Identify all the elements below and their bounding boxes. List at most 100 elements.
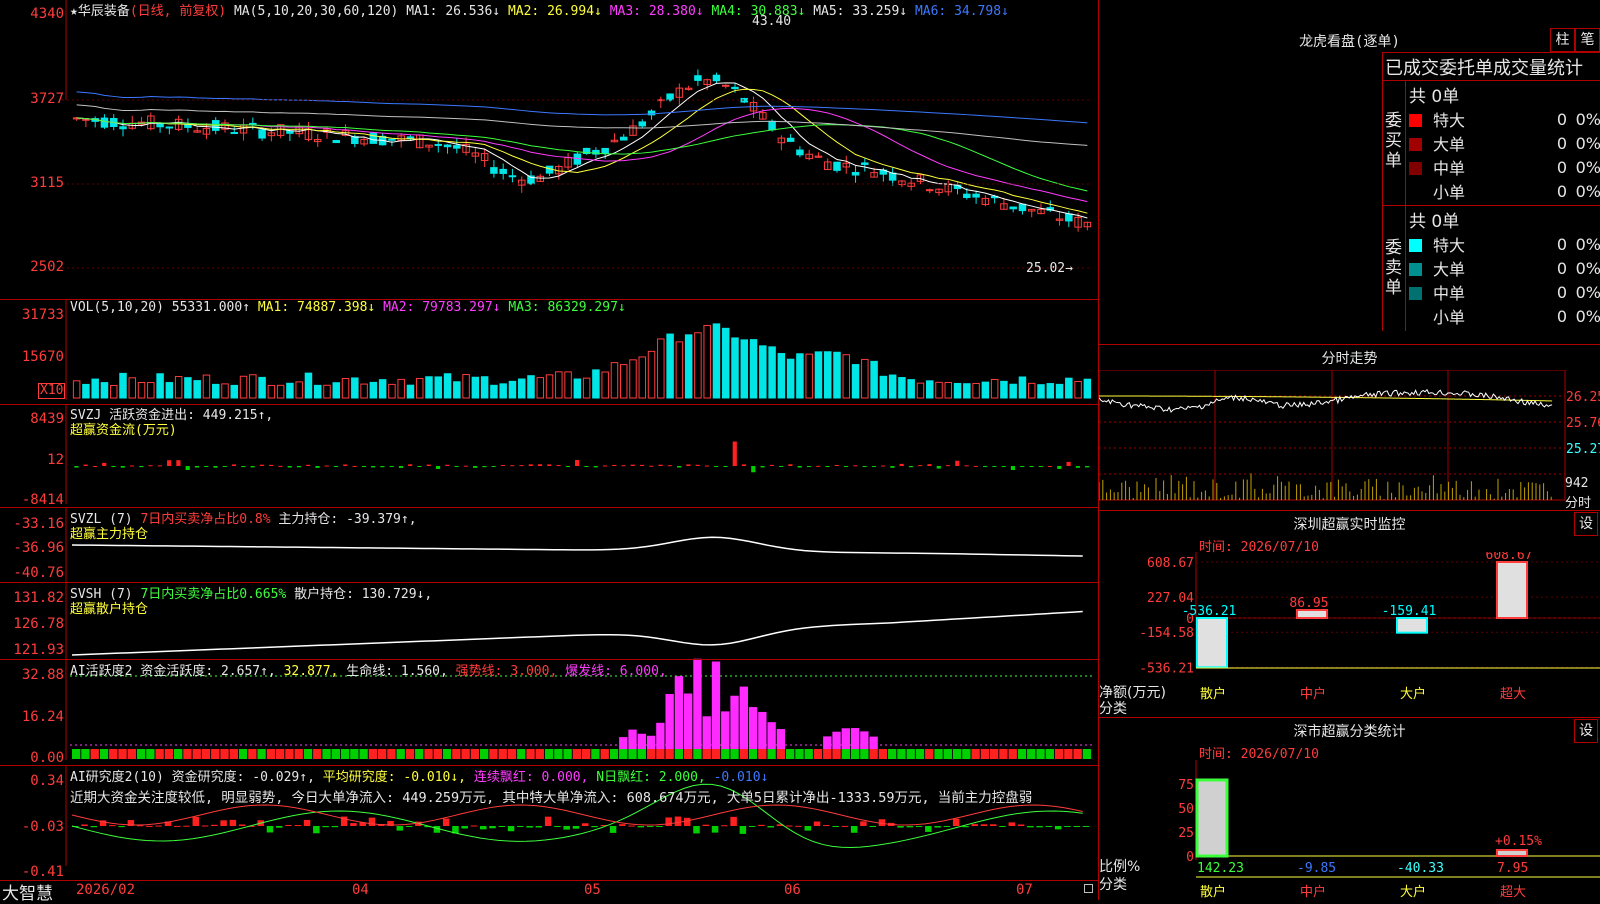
star-icon[interactable]: ★ [70, 4, 78, 19]
flow-bar [92, 465, 98, 467]
volume-bar [360, 383, 368, 399]
ai2-axis-2: -0.41 [21, 864, 64, 880]
flow-bar [760, 466, 765, 468]
research-bar [693, 826, 700, 834]
candle-body [1065, 213, 1073, 222]
activity-bar [526, 749, 535, 759]
volume-bar [731, 337, 739, 399]
volume-bar [888, 374, 897, 399]
bar-mode-button[interactable]: 柱 [1550, 28, 1575, 52]
activity-bar [656, 749, 665, 759]
flow-bar [111, 466, 116, 467]
volume-bar [109, 385, 118, 399]
volume-bar [582, 377, 591, 399]
research-bar [591, 826, 598, 828]
flow-bar [908, 466, 914, 468]
flow-bar [788, 464, 793, 466]
flow-bar [435, 466, 441, 469]
activity-bar [1045, 749, 1054, 759]
svzj-axis-2: -8414 [21, 492, 64, 508]
volume-bar [861, 358, 869, 399]
activity-bar [387, 749, 396, 759]
research-bar [1036, 826, 1043, 828]
volume-bar [814, 351, 823, 399]
research-bar [322, 826, 329, 828]
svzl-sub: 超赢主力持仓 [70, 527, 149, 542]
svzl-axis-2: -40.76 [13, 565, 64, 581]
main-holding-line [71, 536, 1083, 557]
candle-body [786, 137, 795, 142]
candle-body [100, 117, 109, 128]
candle-body [508, 175, 517, 178]
research-bar [229, 819, 237, 826]
sz-category: 散户 [1200, 686, 1226, 702]
volume-bar [249, 374, 257, 399]
research-bar [285, 824, 292, 826]
volume-bar [276, 384, 285, 399]
volume-bar [592, 369, 600, 399]
chart-area[interactable]: ★华辰装备(日线, 前复权) MA(5,10,20,30,60,120) MA1… [0, 0, 1099, 904]
buy-order-label: 委买单 [1385, 111, 1402, 171]
class-settings-button[interactable]: 设 [1574, 719, 1598, 743]
ma3-value: MA3: 28.380↓ [609, 4, 704, 19]
class-category: 超大 [1500, 885, 1526, 900]
flow-bar [686, 464, 691, 466]
activity-peak-bar [767, 722, 776, 749]
activity-peak-bar [646, 735, 656, 749]
sz-settings-button[interactable]: 设 [1574, 512, 1598, 536]
flow-bar [881, 465, 886, 467]
volume-bar [555, 371, 563, 399]
activity-bar [452, 749, 461, 759]
activity-bar [860, 749, 869, 759]
research-bar [823, 825, 830, 827]
candle-body [768, 120, 776, 131]
activity-bar [276, 749, 285, 759]
flow-bar [491, 466, 496, 467]
activity-bar [702, 749, 711, 759]
activity-bar [1017, 749, 1027, 759]
volume-bar [323, 384, 331, 399]
vol-axis-1: 15670 [21, 349, 64, 365]
research-bar [554, 826, 561, 827]
flow-bar [825, 466, 830, 467]
research-bar [674, 816, 682, 826]
activity-bar [980, 749, 990, 759]
research-bar [582, 823, 589, 826]
sell-row-m: 中单 0 0% [1407, 280, 1600, 304]
research-bar [702, 824, 710, 826]
activity-bar [313, 749, 322, 759]
research-bar [498, 826, 506, 827]
flow-bar [612, 464, 617, 466]
candle-body [833, 161, 841, 171]
lock-icon[interactable] [1084, 884, 1093, 893]
activity-bar [118, 749, 127, 759]
volume-bar [72, 380, 81, 399]
activity-bar [498, 749, 507, 759]
class-tick: 25 [1178, 826, 1194, 841]
activity-bar [359, 749, 368, 759]
activity-bar [878, 749, 888, 759]
flow-bar [259, 464, 264, 466]
tick-mode-button[interactable]: 笔 [1575, 28, 1600, 52]
flow-bar [278, 465, 283, 467]
date-1: 04 [352, 882, 369, 898]
research-bar [804, 826, 812, 831]
flow-bar [751, 466, 756, 473]
buy-swatch-xl [1409, 113, 1422, 127]
sz-tick: -536.21 [1139, 661, 1194, 676]
activity-bar [934, 749, 943, 759]
research-bar [915, 826, 923, 827]
intraday-chart[interactable] [1099, 370, 1600, 510]
activity-bar [591, 749, 600, 759]
activity-bar [470, 749, 480, 759]
activity-bar [368, 749, 378, 759]
flow-bar [204, 466, 209, 467]
vol-ma2: MA2: 79783.297↓ [383, 300, 501, 315]
activity-bar [248, 749, 257, 759]
ai1-v5: 爆发线: 6.000, [565, 664, 667, 679]
flow-bar [1066, 461, 1071, 466]
activity-peak-bar [702, 716, 711, 749]
ai2-v2: 平均研究度: -0.010↓, [322, 770, 467, 785]
activity-bar [81, 749, 90, 759]
buy-row-m: 中单 0 0% [1407, 155, 1600, 179]
